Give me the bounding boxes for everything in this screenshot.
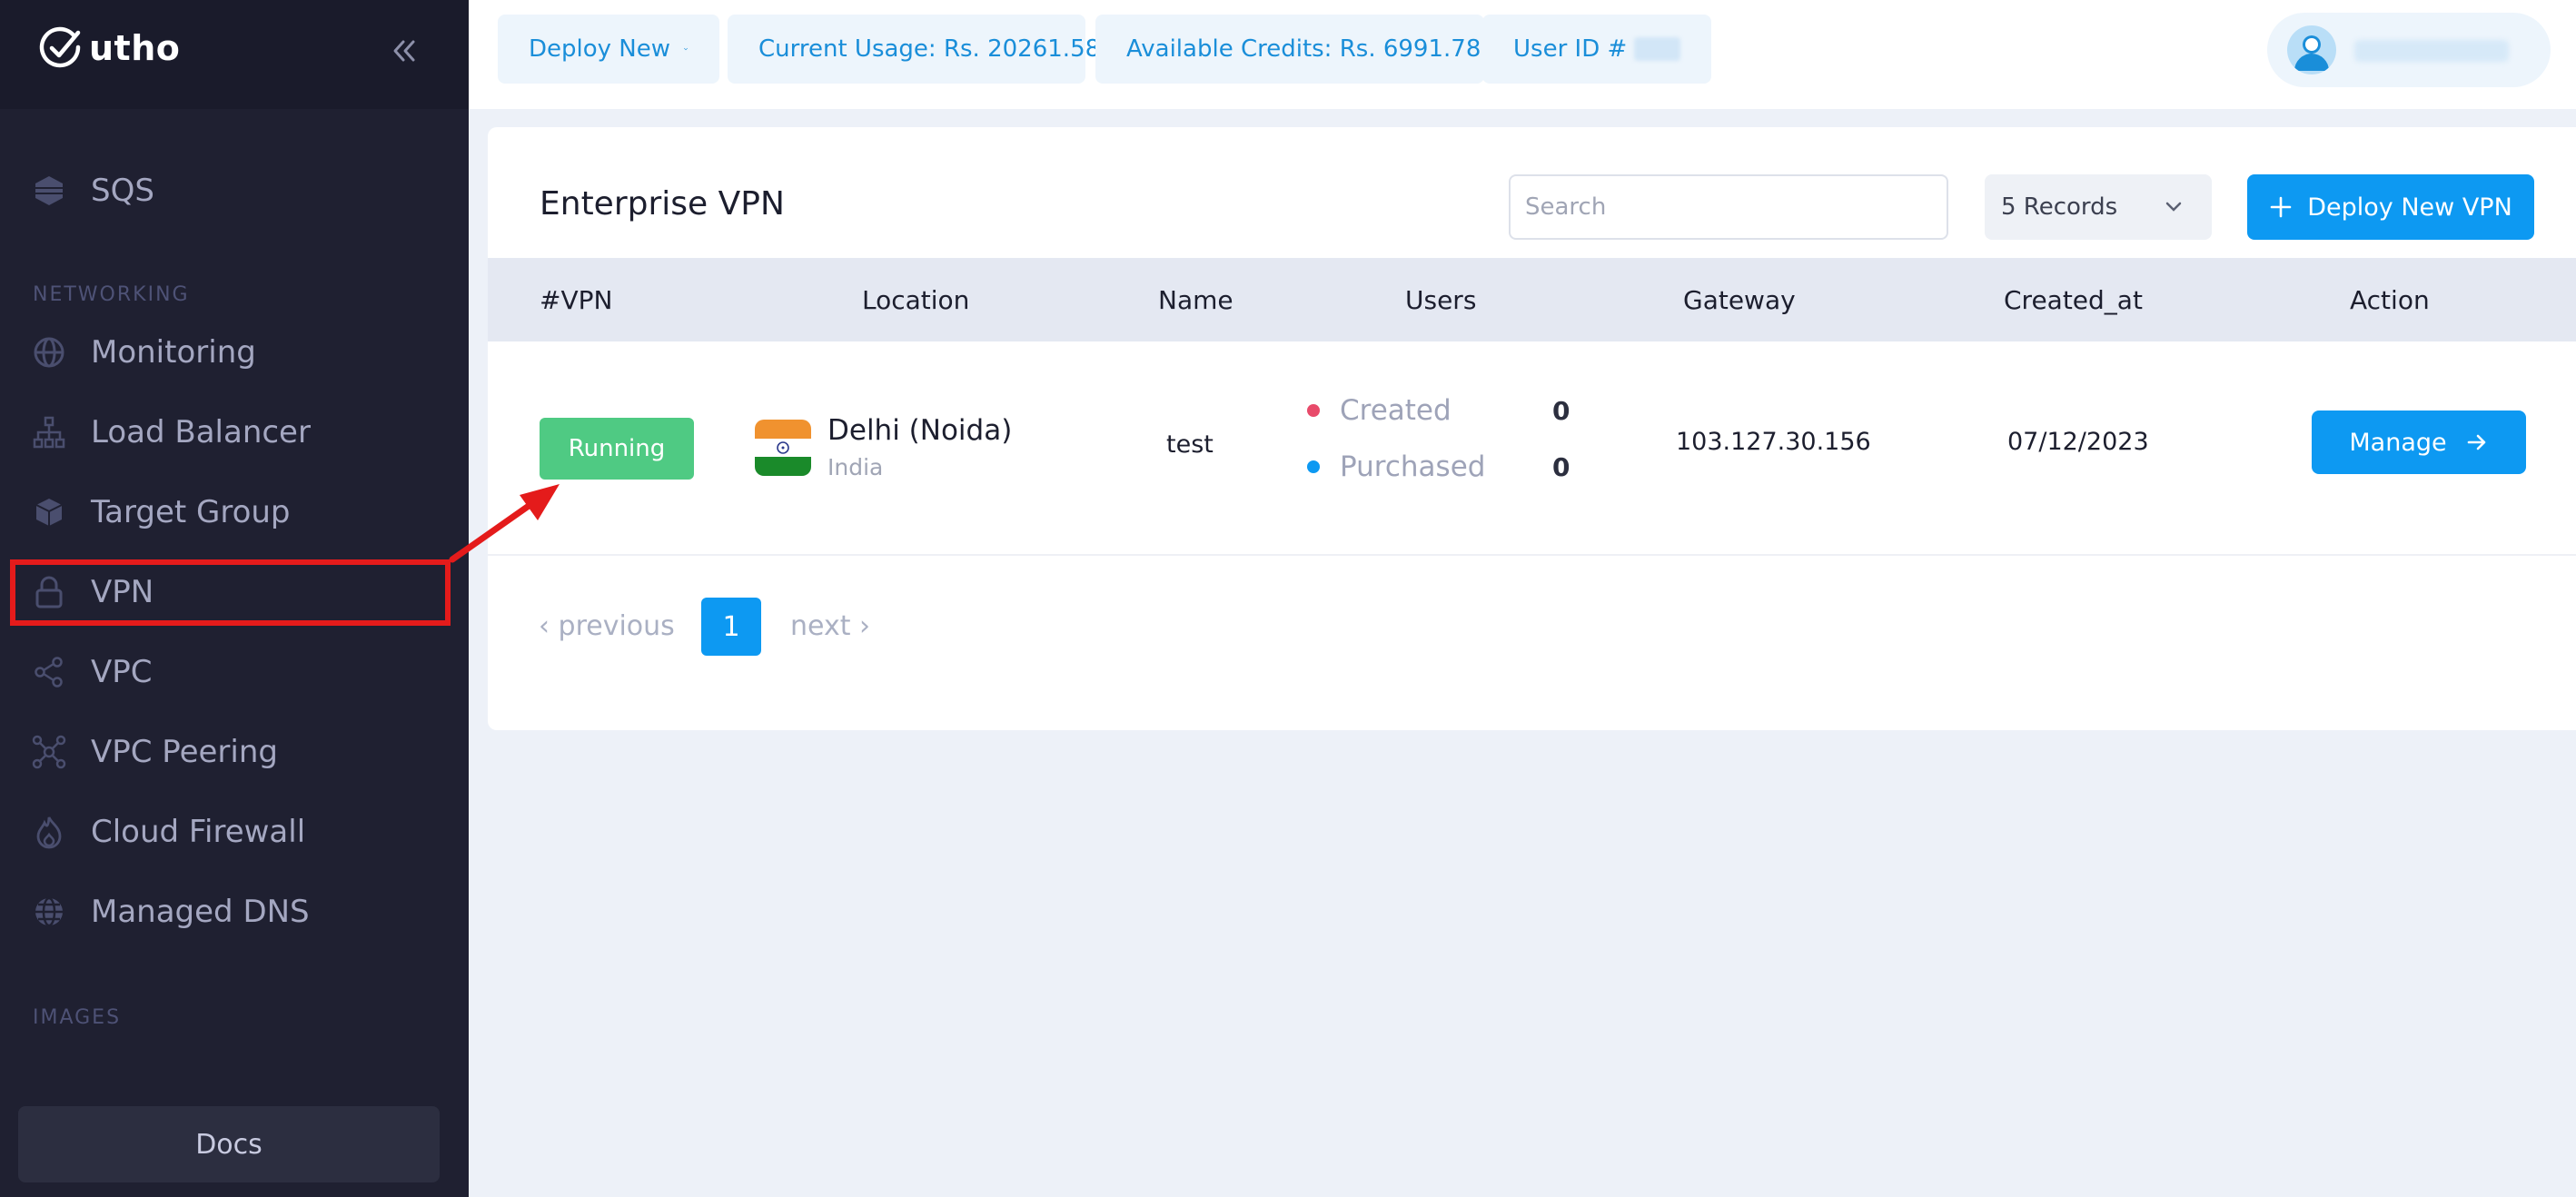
sidebar-item-sqs[interactable]: SQS [0,158,469,223]
sidebar-item-target-group[interactable]: Target Group [0,480,469,545]
section-images: IMAGES [33,1006,122,1029]
sidebar: utho SQS NETWORKING Monitoring Load Bala… [0,0,469,1197]
search-input[interactable] [1509,174,1948,240]
pagination-previous[interactable]: ‹ previous [539,610,675,642]
deploy-new-vpn-label: Deploy New VPN [2307,193,2512,222]
brand-name: utho [89,28,181,68]
cube-icon [31,494,67,530]
status-badge: Running [540,418,694,480]
column-header: Name [1158,285,1234,315]
network-icon [31,414,67,450]
sidebar-item-cloud-firewall[interactable]: Cloud Firewall [0,799,469,865]
deploy-new-label: Deploy New [529,35,671,63]
records-per-page-select[interactable]: 5 Records [1985,174,2212,240]
brand-logo[interactable]: utho [38,25,180,71]
created-dot [1307,404,1320,417]
peering-icon [31,734,67,770]
users-created-label: Created [1340,394,1451,427]
sidebar-item-vpc-peering[interactable]: VPC Peering [0,719,469,785]
sidebar-item-label: Monitoring [91,334,256,371]
profile-name-redacted [2354,40,2509,62]
available-credits-pill: Available Credits: Rs. 6991.78 [1095,15,1484,84]
globe-icon [31,894,67,930]
created-at-date: 07/12/2023 [2007,428,2149,456]
vpn-card: Enterprise VPN 5 Records Deploy New VPN … [488,127,2576,730]
section-networking: NETWORKING [33,283,190,306]
sidebar-item-label: Managed DNS [91,894,310,930]
vpn-name: test [1166,430,1214,459]
docs-button[interactable]: Docs [18,1106,440,1182]
sidebar-header: utho [0,0,469,109]
sidebar-item-label: SQS [91,173,154,209]
column-header: Users [1405,285,1477,315]
india-flag-icon [755,420,811,476]
users-purchased-count: 0 [1552,452,1570,482]
current-usage-pill: Current Usage: Rs. 20261.58 [728,15,1100,84]
gateway-ip: 103.127.30.156 [1676,428,1871,456]
sidebar-item-label: VPC [91,654,153,690]
plus-icon [2270,196,2292,218]
column-header: Gateway [1683,285,1796,315]
sidebar-item-label: VPC Peering [91,734,278,770]
share-icon [31,654,67,690]
page-title: Enterprise VPN [540,185,785,223]
deploy-new-vpn-button[interactable]: Deploy New VPN [2247,174,2534,240]
users-purchased-label: Purchased [1340,450,1486,483]
column-header: #VPN [540,285,613,315]
sidebar-item-load-balancer[interactable]: Load Balancer [0,400,469,465]
table-row: Running Delhi (Noida) India test Created… [488,341,2576,556]
column-header: Action [2350,285,2430,315]
chevron-down-icon [684,47,688,51]
profile-menu[interactable] [2267,13,2551,87]
deploy-new-dropdown[interactable]: Deploy New [498,15,719,84]
arrow-right-icon [2467,434,2485,450]
purchased-dot [1307,460,1320,473]
utho-check-icon [39,26,81,68]
collapse-sidebar-icon[interactable] [385,33,421,69]
table-header: #VPN Location Name Users Gateway Created… [488,258,2576,341]
pagination-page-1[interactable]: 1 [701,598,761,656]
top-bar: Deploy New Current Usage: Rs. 20261.58 A… [469,0,2576,109]
column-header: Created_at [2004,285,2143,315]
sidebar-item-monitoring[interactable]: Monitoring [0,320,469,385]
location-name: Delhi (Noida) [827,414,1013,447]
vpn-highlight-box [10,559,451,626]
users-created-count: 0 [1552,396,1570,426]
avatar [2287,25,2336,74]
sidebar-item-label: Target Group [91,494,291,530]
user-id-label: User ID # [1513,35,1628,63]
sidebar-item-managed-dns[interactable]: Managed DNS [0,879,469,945]
manage-label: Manage [2349,428,2447,457]
globe-icon [31,334,67,371]
manage-button[interactable]: Manage [2312,411,2526,474]
location-country: India [827,454,884,480]
sqs-icon [31,173,67,209]
sidebar-item-label: Cloud Firewall [91,814,306,850]
column-header: Location [862,285,970,315]
user-id-redacted [1634,37,1680,61]
sidebar-item-label: Load Balancer [91,414,311,450]
pagination-next[interactable]: next › [790,610,870,642]
fire-icon [31,814,67,850]
chevron-down-icon [2165,202,2182,212]
sidebar-item-vpc[interactable]: VPC [0,639,469,705]
records-value: 5 Records [2001,193,2118,221]
user-id-pill: User ID # [1482,15,1711,84]
